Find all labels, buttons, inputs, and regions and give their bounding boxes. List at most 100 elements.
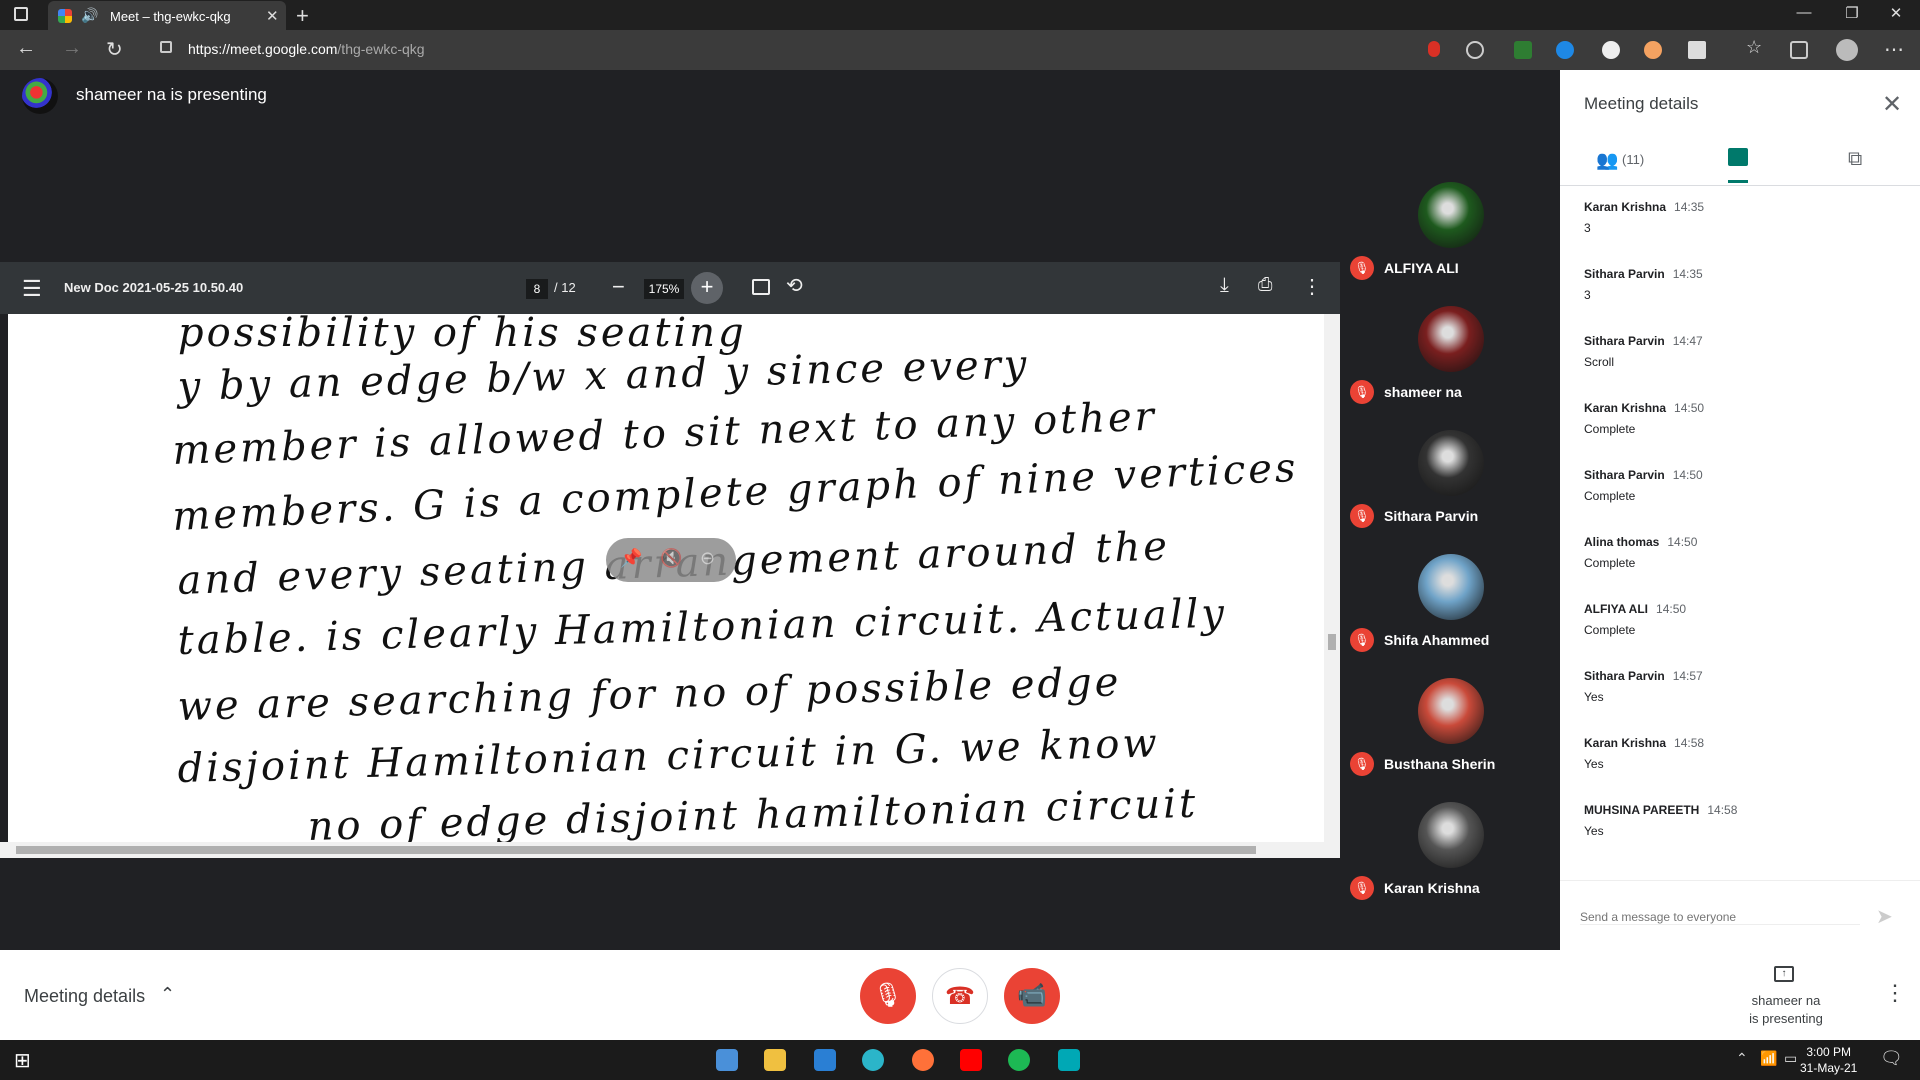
speaker-icon[interactable]: 🔊 [81, 7, 98, 24]
participant-name: Karan Krishna [1384, 880, 1480, 896]
pin-icon[interactable]: 📌 [620, 548, 642, 569]
chat-message: Sithara Parvin 14:50 Complete [1584, 468, 1703, 503]
people-count: (11) [1622, 151, 1645, 167]
message-header: Karan Krishna 14:35 [1584, 200, 1704, 214]
close-panel-icon[interactable]: ✕ [1882, 90, 1902, 119]
app-icon[interactable] [1058, 1049, 1080, 1071]
lock-icon[interactable] [160, 41, 172, 53]
favorites-add-icon[interactable] [1466, 41, 1484, 59]
tab-actions-icon[interactable] [14, 7, 28, 21]
meeting-details-button[interactable]: Meeting details [24, 986, 145, 1007]
menu-icon[interactable]: ☰ [22, 276, 42, 302]
close-window-icon[interactable]: ✕ [1876, 4, 1916, 22]
mic-off-icon: 🎙 [1350, 628, 1374, 652]
minimize-icon[interactable]: — [1784, 4, 1824, 21]
print-icon[interactable]: ⎙ [1258, 274, 1272, 295]
extension-icon[interactable] [1556, 41, 1574, 59]
profile-avatar[interactable] [1836, 39, 1858, 61]
extension-icon[interactable] [1644, 41, 1662, 59]
edge-icon[interactable] [862, 1049, 884, 1071]
youtube-icon[interactable] [960, 1049, 982, 1071]
file-explorer-icon[interactable] [764, 1049, 786, 1071]
message-header: Karan Krishna 14:58 [1584, 736, 1704, 750]
microphone-toggle-button[interactable]: 🎙 [860, 968, 916, 1024]
pdf-toolbar: ☰ New Doc 2021-05-25 10.50.40 8 / 12 − 1… [0, 262, 1340, 314]
pdf-title: New Doc 2021-05-25 10.50.40 [64, 280, 244, 295]
chat-message: Sithara Parvin 14:47 Scroll [1584, 334, 1703, 369]
notifications-icon[interactable]: 🗨 [1880, 1048, 1903, 1069]
fit-page-icon[interactable] [752, 279, 770, 295]
handwriting-line: disjoint Hamiltonian circuit in G. we kn… [177, 720, 1160, 792]
browser-toolbar: ← → ↻ https://meet.google.com/thg-ewkc-q… [0, 30, 1920, 70]
message-sender: MUHSINA PAREETH [1584, 803, 1700, 817]
mic-blocked-icon[interactable] [1428, 41, 1440, 57]
restore-icon[interactable]: ❐ [1832, 4, 1872, 22]
leave-call-button[interactable]: ☎ [932, 968, 988, 1024]
chevron-up-icon[interactable]: ⌃ [160, 984, 175, 1005]
app-icon[interactable] [716, 1049, 738, 1071]
wifi-icon[interactable]: 📶 [1760, 1050, 1777, 1067]
browser-menu-icon[interactable]: ⋯ [1884, 37, 1904, 62]
spotify-icon[interactable] [1008, 1049, 1030, 1071]
chat-message: MUHSINA PAREETH 14:58 Yes [1584, 803, 1737, 838]
tab-people[interactable]: 👥 (11) [1596, 150, 1644, 171]
zoom-out-button[interactable]: − [612, 274, 625, 300]
tab-chat[interactable] [1728, 148, 1748, 166]
rotate-icon[interactable]: ⟲ [786, 273, 803, 298]
url-path: /thg-ewkc-qkg [337, 41, 425, 57]
vertical-scrollbar[interactable] [1324, 314, 1340, 842]
participant-name: shameer na [1384, 384, 1462, 400]
mail-icon[interactable] [814, 1049, 836, 1071]
call-controls-bar: Meeting details ⌃ 🎙 ☎ 📹 ↑ shameer na is … [0, 950, 1920, 1040]
battery-icon[interactable]: ▭ [1784, 1050, 1797, 1067]
windows-start-icon[interactable]: ⊞ [14, 1048, 31, 1073]
participant-name: Shifa Ahammed [1384, 632, 1490, 648]
clock-time: 3:00 PM [1806, 1045, 1852, 1059]
more-actions-icon[interactable]: ⋮ [1302, 274, 1322, 299]
participant-tiles: 🎙 ALFIYA ALI 🎙 shameer na 🎙 Sithara Parv… [1342, 168, 1560, 904]
extension-icon[interactable] [1602, 41, 1620, 59]
tab-activities[interactable]: ⧉ [1848, 148, 1862, 171]
close-tab-icon[interactable]: ✕ [266, 7, 279, 25]
address-bar[interactable]: https://meet.google.com/thg-ewkc-qkg [188, 41, 425, 57]
extension-icon[interactable] [1688, 41, 1706, 59]
message-sender: Sithara Parvin [1584, 334, 1665, 348]
firefox-icon[interactable] [912, 1049, 934, 1071]
system-clock[interactable]: 3:00 PM 31-May-21 [1800, 1044, 1857, 1076]
scrollbar-thumb[interactable] [16, 846, 1256, 854]
more-options-icon[interactable]: ⋮ [1884, 980, 1906, 1006]
mic-off-icon: 🎙 [1350, 876, 1374, 900]
message-time: 14:58 [1674, 736, 1705, 750]
scrollbar-thumb[interactable] [1328, 634, 1336, 650]
shield-extension-icon[interactable] [1514, 41, 1532, 59]
download-icon[interactable]: ⤓ [1220, 274, 1229, 297]
forward-icon[interactable]: → [62, 37, 82, 60]
browser-tab-meet[interactable]: 🔊 Meet – thg-ewkc-qkg ✕ [48, 1, 286, 30]
mic-off-icon: 🎙 [1350, 752, 1374, 776]
remove-icon[interactable]: ⊖ [700, 548, 715, 569]
horizontal-scrollbar[interactable] [0, 842, 1340, 858]
message-time: 14:50 [1674, 401, 1705, 415]
chat-message-input[interactable] [1580, 910, 1860, 925]
mute-icon[interactable]: 🔇 [660, 548, 682, 569]
message-sender: ALFIYA ALI [1584, 602, 1649, 616]
zoom-level-input[interactable]: 175% [644, 279, 684, 299]
reload-icon[interactable]: ↻ [106, 37, 123, 62]
chat-message: Karan Krishna 14:50 Complete [1584, 401, 1704, 436]
back-icon[interactable]: ← [16, 37, 36, 60]
zoom-in-button[interactable]: + [691, 272, 723, 304]
chat-message: Alina thomas 14:50 Complete [1584, 535, 1697, 570]
message-text: Yes [1584, 757, 1604, 771]
participant-avatar [1418, 554, 1484, 620]
favorites-icon[interactable]: ☆ [1746, 37, 1762, 58]
page-number-input[interactable]: 8 [526, 279, 548, 299]
camera-toggle-button[interactable]: 📹 [1004, 968, 1060, 1024]
collections-icon[interactable] [1790, 41, 1808, 59]
tile-overlay-controls: 📌 🔇 ⊖ [606, 538, 736, 582]
tray-chevron-icon[interactable]: ⌃ [1736, 1050, 1748, 1067]
present-screen-icon[interactable]: ↑ [1774, 966, 1794, 982]
send-icon[interactable]: ➤ [1876, 904, 1893, 929]
message-header: Karan Krishna 14:50 [1584, 401, 1704, 415]
present-status[interactable]: shameer na is presenting [1738, 992, 1834, 1028]
new-tab-button[interactable]: + [296, 3, 309, 29]
